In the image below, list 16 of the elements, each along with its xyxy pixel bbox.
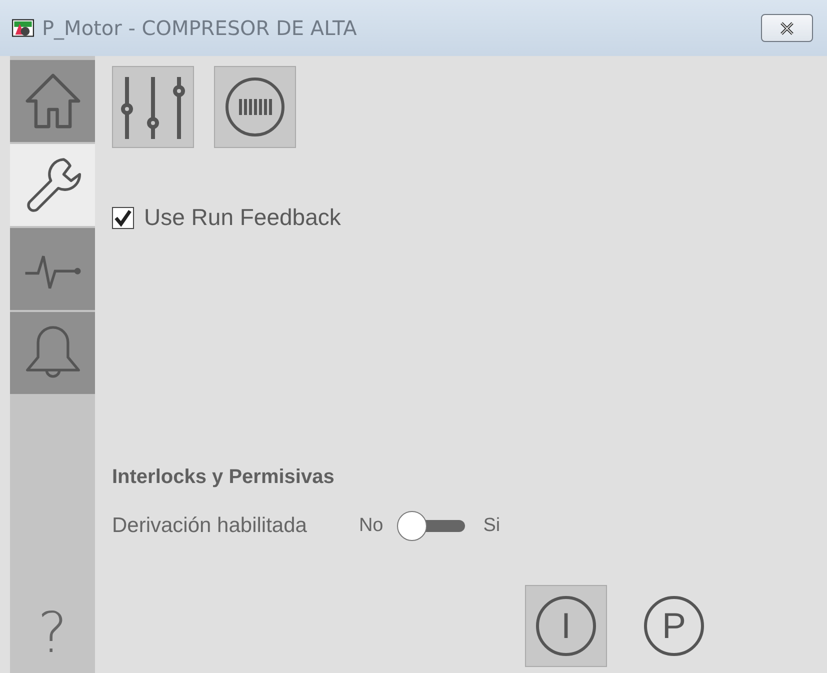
close-icon (778, 22, 796, 34)
checkmark-icon (113, 208, 133, 228)
nav-tab[interactable] (10, 144, 95, 226)
help-button[interactable]: ? (10, 593, 95, 673)
checkbox[interactable] (112, 206, 134, 228)
app-icon (12, 19, 34, 37)
sliders-button[interactable] (112, 66, 194, 148)
close-button[interactable] (761, 14, 813, 42)
mode-button[interactable]: I (525, 585, 607, 667)
section-title: Interlocks y Permisivas (112, 466, 336, 489)
field-label: Derivación habilitada (112, 514, 307, 538)
window-title: P_Motor - COMPRESOR DE ALTA (42, 16, 358, 40)
toggle-on-label: Si (483, 515, 500, 537)
checkbox-label: Use Run Feedback (144, 204, 341, 231)
barcode-button[interactable] (214, 66, 296, 148)
toggle-off-label: No (358, 515, 384, 537)
